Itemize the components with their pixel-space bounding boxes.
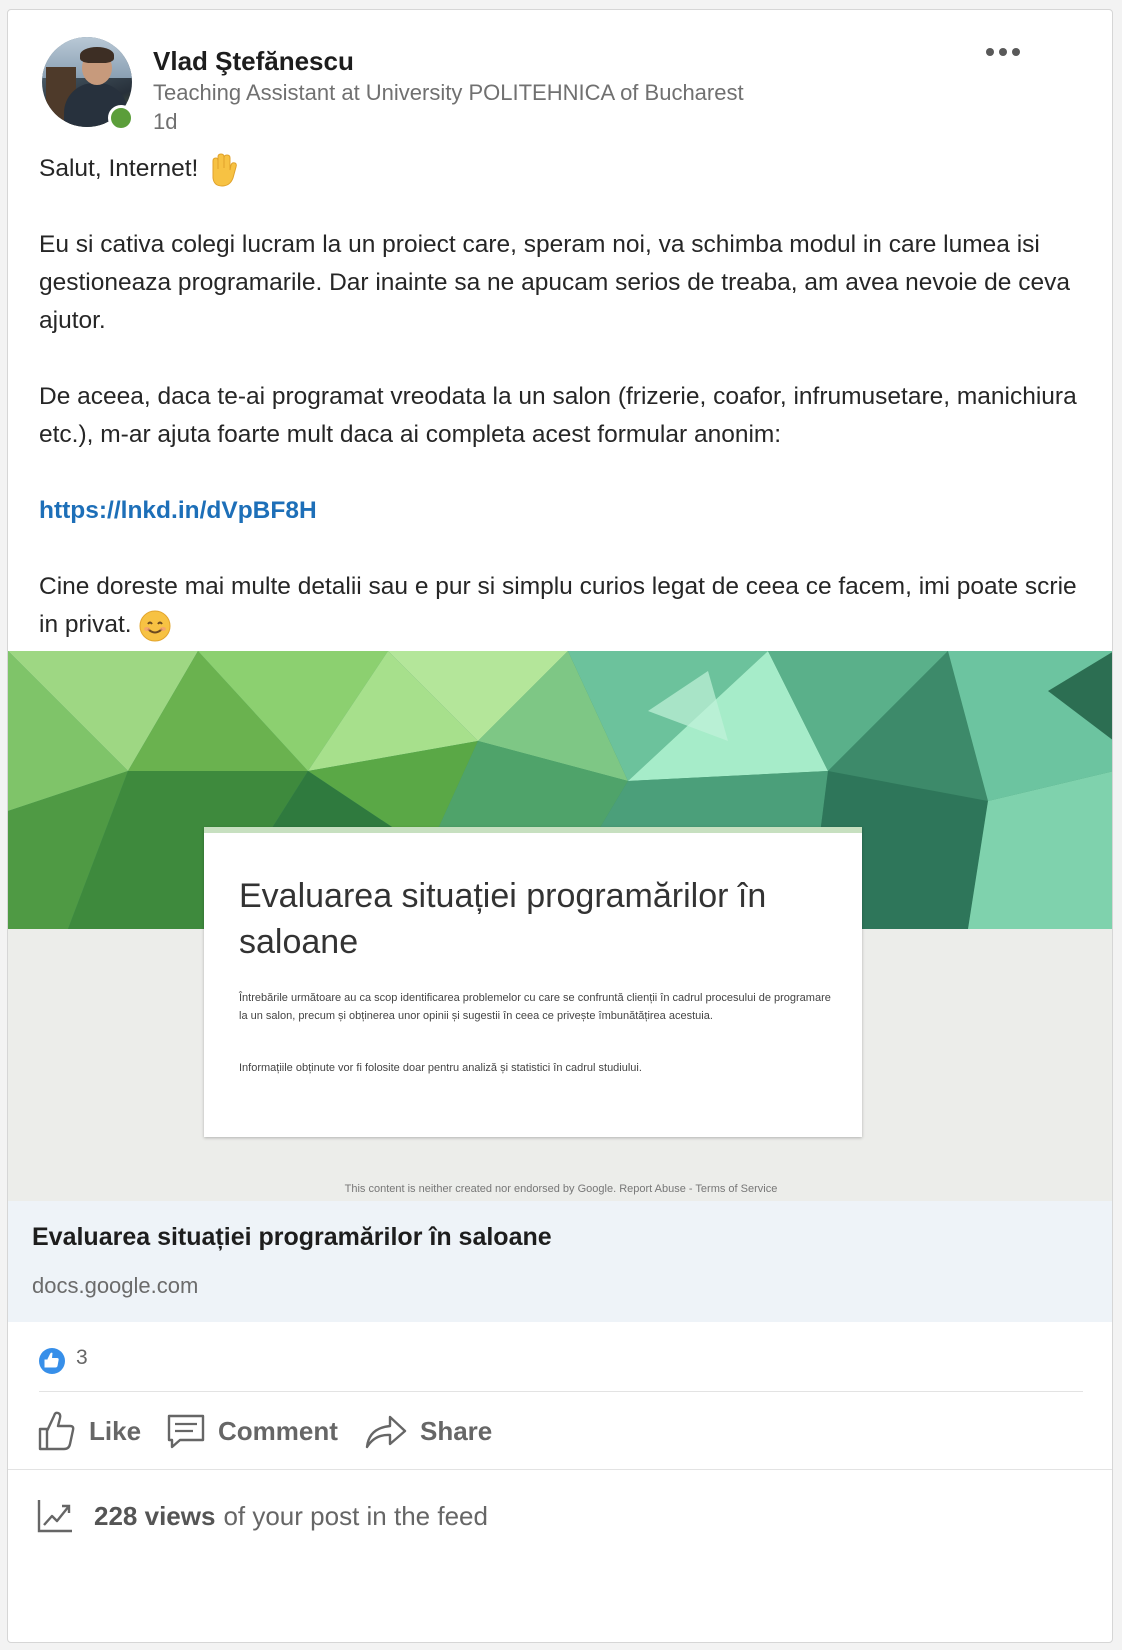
post-timestamp: 1d <box>153 109 178 134</box>
feed-post-card: Vlad Ştefănescu Teaching Assistant at Un… <box>7 9 1113 1643</box>
post-paragraph-1: Eu si cativa colegi lucram la un proiect… <box>39 231 1070 334</box>
comment-button[interactable]: Comment <box>166 1406 338 1456</box>
form-link[interactable]: https://lnkd.in/dVpBF8H <box>39 497 317 524</box>
analytics-icon <box>37 1500 72 1533</box>
raised-hand-emoji <box>212 153 237 187</box>
author-headline: Teaching Assistant at University POLITEH… <box>153 80 744 105</box>
like-label: Like <box>89 1415 142 1446</box>
views-count: 228 views <box>94 1500 216 1531</box>
smiling-face-emoji <box>139 610 171 642</box>
google-disclaimer: This content is neither created nor endo… <box>344 1183 778 1195</box>
like-reaction-icon <box>39 1348 65 1374</box>
post-paragraph-2: De aceea, daca te-ai programat vreodata … <box>39 383 1077 448</box>
post-greeting: Salut, Internet! <box>39 155 199 182</box>
post-paragraph-3: Cine doreste mai multe detalii sau e pur… <box>39 573 1077 638</box>
post-analytics[interactable]: 228 views of your post in the feed <box>36 1496 488 1536</box>
online-status-indicator <box>108 105 134 131</box>
form-description: Întrebările următoare au ca scop identif… <box>239 992 831 1022</box>
post-header: Vlad Ştefănescu Teaching Assistant at Un… <box>8 10 1112 150</box>
form-card: Evaluarea situației programărilor în sal… <box>204 827 862 1137</box>
link-preview-domain: docs.google.com <box>32 1273 199 1298</box>
share-button[interactable]: Share <box>364 1406 492 1456</box>
comment-label: Comment <box>218 1415 338 1446</box>
like-button[interactable]: Like <box>37 1406 141 1456</box>
views-label: of your post in the feed <box>223 1500 488 1531</box>
link-preview-title: Evaluarea situației programărilor în sal… <box>32 1223 552 1251</box>
post-body: Salut, Internet! Eu si cativa colegi luc… <box>39 150 1089 644</box>
form-title: Evaluarea situației programărilor în sal… <box>239 877 767 961</box>
post-greeting-line: Salut, Internet! <box>39 150 1089 188</box>
share-label: Share <box>420 1415 493 1446</box>
link-preview-meta[interactable]: Evaluarea situației programărilor în sal… <box>8 1201 1112 1322</box>
reaction-count: 3 <box>76 1346 88 1369</box>
author-name[interactable]: Vlad Ştefănescu <box>153 46 354 77</box>
link-preview-image[interactable]: Evaluarea situației programărilor în sal… <box>8 651 1112 1201</box>
divider <box>8 1469 1112 1470</box>
share-icon <box>365 1415 407 1449</box>
more-icon[interactable] <box>978 38 1028 68</box>
comment-icon <box>167 1414 205 1449</box>
divider <box>39 1391 1083 1392</box>
like-icon <box>38 1411 75 1451</box>
form-info: Informațiile obținute vor fi folosite do… <box>239 1062 642 1074</box>
post-paragraph-3-line: Cine doreste mai multe detalii sau e pur… <box>39 568 1089 644</box>
